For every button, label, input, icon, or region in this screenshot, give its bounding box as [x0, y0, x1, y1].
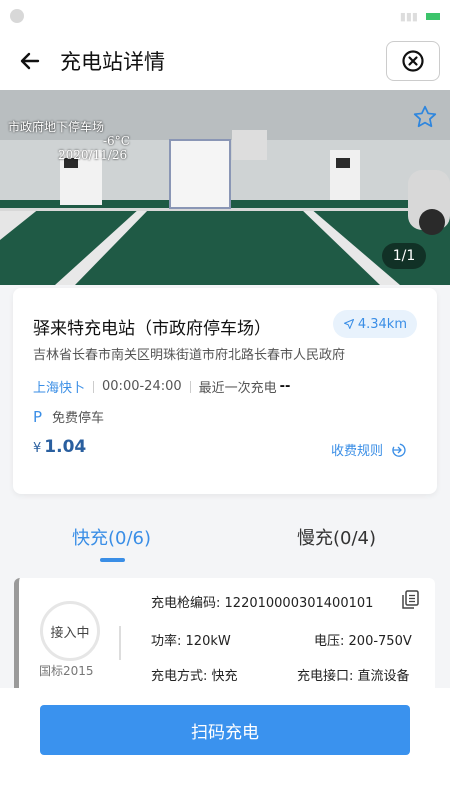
divider [189, 380, 191, 393]
price-currency: ¥ [33, 441, 42, 456]
favorite-button[interactable] [412, 104, 438, 134]
parking-icon: P [33, 407, 43, 426]
parking-text: 免费停车 [52, 411, 105, 426]
notification-icon [10, 9, 24, 23]
parking-info: P 免费停车 [33, 407, 105, 427]
tab-indicator [100, 558, 125, 562]
scan-charge-button[interactable]: 扫码充电 [40, 705, 410, 755]
divider [119, 626, 121, 660]
price-value: 1.04 [44, 437, 87, 457]
gun-voltage-label: 电压: [314, 634, 345, 649]
gun-status: 接入中 [40, 601, 100, 661]
app-header: 充电站详情 [0, 32, 450, 90]
distance-value: 4.34km [357, 316, 407, 332]
gun-port-value: 直流设备 [357, 669, 410, 684]
station-address: 吉林省长春市南关区明珠街道市府北路长春市人民政府 [33, 348, 346, 363]
back-arrow-icon [20, 52, 40, 70]
distance-badge[interactable]: 4.34km [332, 310, 417, 338]
star-icon [413, 105, 437, 128]
gun-port: 充电接口: 直流设备 [297, 665, 410, 684]
station-name: 驿来特充电站（市政府停车场） [33, 319, 271, 339]
station-meta: 上海快卜 00:00-24:00 最近一次充电 -- [33, 377, 290, 396]
arrow-circle-right-icon [392, 443, 406, 457]
status-icons: ▮▮▮ [400, 10, 440, 23]
gun-code-label: 充电枪编码: [151, 596, 221, 611]
watermark-location: 市政府地下停车场 [8, 120, 105, 134]
divider [93, 380, 95, 393]
fee-rule-label: 收费规则 [330, 444, 383, 459]
charger-tabs: 快充(0/6) 慢充(0/4) [0, 510, 450, 566]
gun-power-label: 功率: [151, 634, 182, 649]
close-button[interactable] [386, 41, 440, 81]
gun-power: 功率: 120kW [151, 630, 231, 649]
gun-code: 充电枪编码: 122010000301400101 [151, 592, 373, 611]
station-info-card: 驿来特充电站（市政府停车场） 4.34km 吉林省长春市南关区明珠街道市府北路长… [13, 288, 437, 494]
gun-code-value: 122010000301400101 [224, 596, 374, 611]
operator-name: 上海快卜 [33, 381, 86, 396]
bottom-action-bar: 扫码充电 [0, 688, 450, 800]
signal-icon: ▮▮▮ [399, 9, 418, 23]
tab-fast-charge[interactable]: 快充(0/6) [72, 524, 151, 550]
gun-power-value: 120kW [185, 634, 231, 649]
battery-icon [426, 12, 440, 20]
watermark-date: 2020/11/26 [58, 148, 128, 162]
opening-hours: 00:00-24:00 [102, 379, 182, 394]
watermark-temp: -6°C [103, 134, 130, 148]
copy-icon [402, 590, 419, 609]
last-charge-value: -- [279, 379, 291, 394]
tab-slow-charge[interactable]: 慢充(0/4) [297, 524, 376, 550]
gun-mode-value: 快充 [211, 669, 238, 684]
station-photo[interactable]: 市政府地下停车场 -6°C 2020/11/26 1/1 [0, 90, 450, 285]
gun-voltage-value: 200-750V [348, 634, 412, 649]
location-arrow-icon [343, 319, 354, 329]
photo-watermark: 市政府地下停车场 -6°C 2020/11/26 [8, 120, 130, 162]
gun-voltage: 电压: 200-750V [314, 630, 412, 649]
last-charge-label: 最近一次充电 [198, 381, 277, 396]
price: ¥ 1.04 [33, 437, 86, 457]
page-title: 充电站详情 [60, 50, 165, 74]
gun-port-label: 充电接口: [297, 669, 354, 684]
gun-mode-label: 充电方式: [151, 669, 208, 684]
status-bar: ▮▮▮ [0, 0, 450, 32]
charging-gun-card[interactable]: 接入中 国标2015 充电枪编码: 122010000301400101 功率:… [14, 578, 435, 698]
gun-standard: 国标2015 [39, 664, 94, 678]
photo-counter: 1/1 [382, 243, 426, 269]
gun-mode: 充电方式: 快充 [151, 665, 238, 684]
back-button[interactable] [0, 32, 60, 90]
copy-code-button[interactable] [401, 590, 419, 614]
fee-rule-link[interactable]: 收费规则 [331, 440, 407, 459]
close-circle-icon [402, 50, 424, 72]
